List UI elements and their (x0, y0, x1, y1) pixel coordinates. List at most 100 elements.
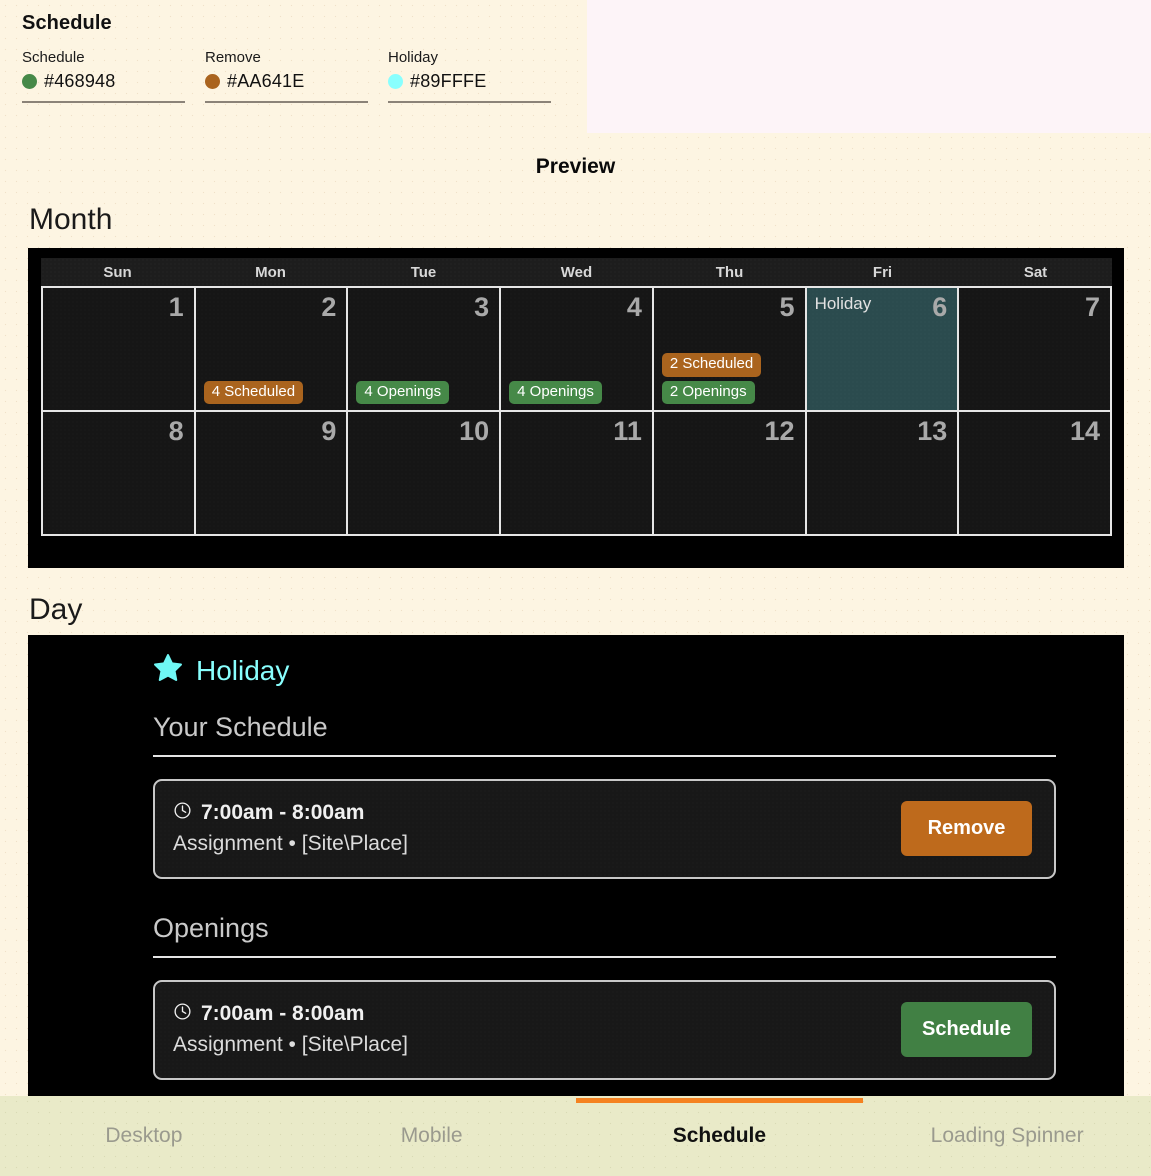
calendar-badge[interactable]: 2 Scheduled (661, 353, 762, 377)
color-dot-icon (205, 74, 220, 89)
month-section-heading: Month (29, 203, 113, 236)
calendar-day-header: 11 (509, 418, 642, 452)
calendar-day-header: 2 (204, 292, 337, 328)
bottom-tabbar: Desktop Mobile Schedule Loading Spinner (0, 1096, 1151, 1176)
calendar-day-number: 3 (474, 292, 490, 322)
calendar-day-cell[interactable]: 7 (959, 288, 1112, 412)
calendar-weekday-sat: Sat (1023, 263, 1048, 281)
calendar-day-number: 9 (321, 416, 337, 446)
day-detail-panel: Holiday Your Schedule 7:00am - 8:00am As… (28, 635, 1124, 1098)
calendar-badge-list: 4 Openings (356, 380, 489, 404)
calendar-weekday-header: Sun Mon Tue Wed Thu Fri Sat (41, 258, 1112, 286)
calendar-day-cell[interactable]: 1 (43, 288, 196, 412)
calendar-day-cell[interactable]: 3 4 Openings (348, 288, 502, 412)
schedule-card-time: 7:00am - 8:00am (201, 801, 365, 824)
remove-button[interactable]: Remove (901, 800, 1032, 856)
calendar-day-number: 6 (932, 292, 948, 322)
calendar-day-header: 9 (204, 416, 337, 452)
schedule-card: 7:00am - 8:00am Assignment • [Site\Place… (153, 779, 1056, 879)
calendar-day-cell[interactable]: 8 (43, 412, 196, 536)
calendar-day-number: 8 (168, 416, 184, 446)
day-group-title-your-schedule: Your Schedule (153, 712, 1056, 757)
day-section-heading: Day (29, 593, 83, 626)
calendar-day-cell[interactable]: 4 4 Openings (501, 288, 654, 412)
calendar-day-cell[interactable]: 9 (195, 412, 349, 536)
calendar-day-cell[interactable]: 13 (806, 412, 960, 536)
day-detail-content: Holiday Your Schedule 7:00am - 8:00am As… (28, 635, 1124, 1080)
swatch-item-remove: Remove #AA641E (205, 49, 368, 103)
clock-icon (173, 1002, 192, 1027)
calendar-day-number: 14 (1069, 416, 1100, 446)
calendar-weekday-tue: Tue (410, 263, 437, 281)
star-icon (153, 653, 183, 688)
opening-card-info: 7:00am - 8:00am Assignment • [Site\Place… (173, 1002, 408, 1057)
schedule-card-detail: Assignment • [Site\Place] (173, 831, 408, 855)
calendar-badge-list: 2 Scheduled 2 Openings (661, 353, 795, 404)
calendar-weekday-wed: Wed (560, 263, 593, 281)
swatch-label: Remove (205, 49, 261, 66)
swatch-hex-value: #89FFFE (410, 71, 487, 91)
calendar-day-header: 7 (967, 294, 1100, 328)
calendar-badge[interactable]: 4 Scheduled (203, 380, 304, 404)
schedule-button[interactable]: Schedule (901, 1001, 1032, 1057)
tab-schedule[interactable]: Schedule (575, 1096, 864, 1176)
calendar-badge[interactable]: 2 Openings (661, 380, 755, 404)
color-dot-icon (388, 74, 403, 89)
palette-swatch-row: Schedule #468948 Remove #AA641E Holiday … (22, 49, 587, 103)
calendar-day-number: 13 (917, 416, 948, 446)
color-dot-icon (22, 74, 37, 89)
swatch-item-holiday: Holiday #89FFFE (388, 49, 551, 103)
palette-panel: Schedule Schedule #468948 Remove #AA641E… (0, 0, 587, 133)
swatch-label: Holiday (388, 49, 439, 66)
calendar-day-header: 14 (967, 418, 1100, 452)
calendar-day-number: 12 (764, 416, 795, 446)
calendar-badge[interactable]: 4 Openings (356, 380, 450, 404)
swatch-value-row: #468948 (22, 71, 185, 103)
calendar-day-number: 1 (168, 292, 184, 322)
calendar-weekday-fri: Fri (872, 263, 893, 281)
calendar-badge[interactable]: 4 Openings (509, 380, 602, 404)
preview-title: Preview (535, 155, 616, 178)
tab-mobile[interactable]: Mobile (288, 1096, 576, 1176)
calendar-day-cell[interactable]: 10 (348, 412, 502, 536)
day-holiday-banner: Holiday (153, 653, 1056, 688)
palette-title: Schedule (22, 12, 112, 34)
tab-loading-spinner[interactable]: Loading Spinner (863, 1096, 1151, 1176)
calendar-grid: 124 Scheduled 3 4 Openings 4 4 Openings 5 2 Sc… (41, 286, 1112, 536)
swatch-item-schedule: Schedule #468948 (22, 49, 185, 103)
calendar-badge-list: 4 Scheduled (203, 380, 337, 404)
calendar-weekday-thu: Thu (715, 263, 744, 281)
calendar-badge-list: 4 Openings (509, 380, 642, 404)
opening-card-time-row: 7:00am - 8:00am (173, 1002, 408, 1027)
swatch-value-row: #89FFFE (388, 71, 551, 103)
calendar-day-number: 2 (321, 292, 337, 322)
calendar-weekday-sun: Sun (103, 263, 132, 281)
calendar-day-header: 1 (51, 294, 184, 328)
month-calendar: Sun Mon Tue Wed Thu Fri Sat 124 Scheduled 3 4 Op… (28, 248, 1124, 568)
tab-desktop[interactable]: Desktop (0, 1096, 288, 1176)
clock-icon (173, 801, 192, 826)
calendar-day-header: 8 (51, 418, 184, 452)
calendar-day-cell[interactable]: 12 (653, 412, 807, 536)
calendar-day-cell[interactable]: 5 2 Scheduled 2 Openings (653, 288, 807, 412)
calendar-day-header: 12 (662, 418, 795, 452)
day-holiday-label: Holiday (196, 654, 290, 686)
swatch-hex-value: #468948 (44, 71, 116, 91)
opening-card-detail: Assignment • [Site\Place] (173, 1032, 408, 1056)
calendar-week-row: 1 2 4 Scheduled 3 4 Openings 4 4 Openings 5 2 Sc… (43, 288, 1112, 412)
calendar-day-header: 4 (509, 294, 642, 328)
calendar-day-header: 5 (662, 294, 795, 328)
calendar-day-cell[interactable]: 14 (959, 412, 1112, 536)
swatch-value-row: #AA641E (205, 71, 368, 103)
schedule-card-info: 7:00am - 8:00am Assignment • [Site\Place… (173, 801, 408, 856)
calendar-day-number: 10 (459, 416, 490, 446)
opening-card-time: 7:00am - 8:00am (201, 1002, 365, 1025)
calendar-weekday-mon: Mon (255, 263, 286, 281)
calendar-day-cell[interactable]: 11 (501, 412, 654, 536)
calendar-day-cell[interactable]: Holiday 6 (806, 288, 960, 412)
day-group-title-openings: Openings (153, 913, 1056, 958)
calendar-day-number: 4 (626, 292, 642, 322)
opening-card: 7:00am - 8:00am Assignment • [Site\Place… (153, 980, 1056, 1080)
calendar-day-cell[interactable]: 2 4 Scheduled (195, 288, 349, 412)
calendar-day-header: 10 (356, 418, 489, 452)
